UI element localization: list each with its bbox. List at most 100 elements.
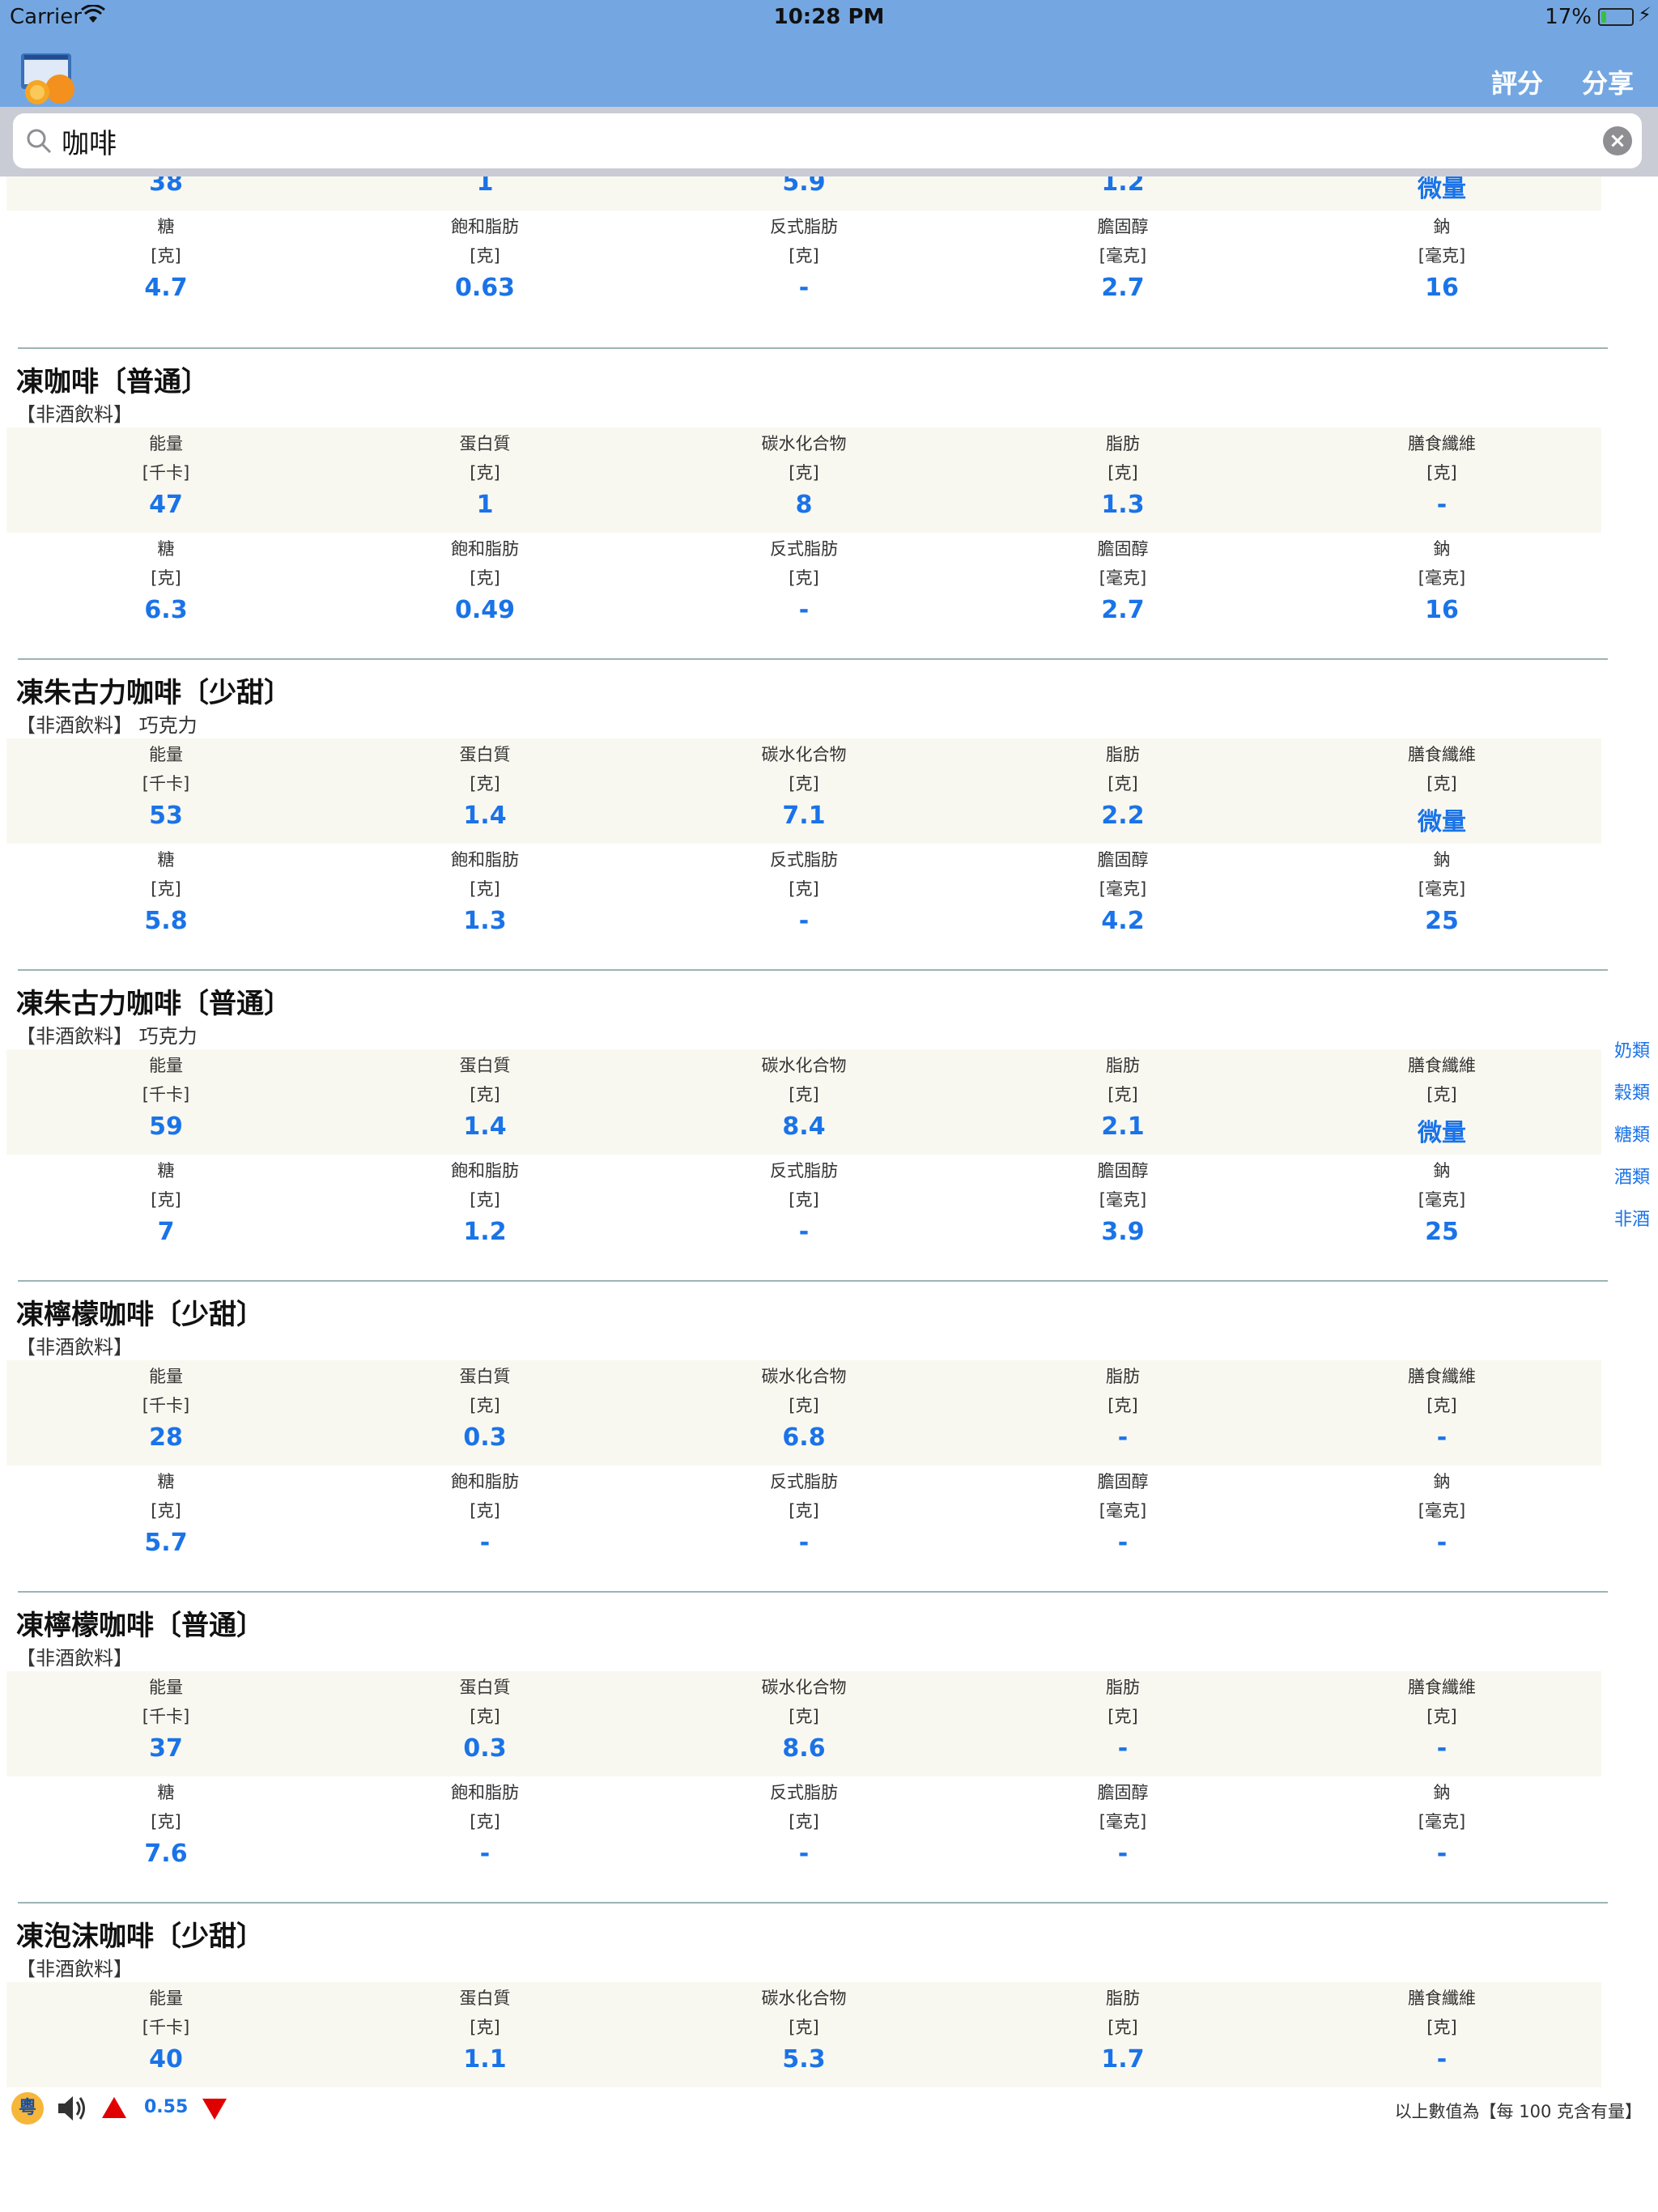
cantonese-language-button[interactable]: 粵 (11, 2092, 44, 2125)
nutrient-unit: [克] (470, 1085, 500, 1104)
nav-bar: 評分 分享 (0, 32, 1658, 107)
nutrient-cell: 38 (6, 177, 325, 211)
share-button[interactable]: 分享 (1582, 63, 1634, 100)
nutrient-label: 飽和脂肪 (451, 539, 519, 559)
nutrient-value: - (479, 1840, 491, 1868)
speed-down-icon[interactable] (202, 2099, 227, 2120)
index-item[interactable]: 酒類 (1609, 1163, 1658, 1205)
nutrient-unit: [克] (789, 2018, 819, 2037)
nutrient-value: 2.7 (1101, 596, 1145, 624)
nutrient-label: 蛋白質 (459, 1989, 511, 2008)
nutrient-cell: 蛋白質 [克] 0.3 (325, 1360, 644, 1465)
nutrient-label: 膳食纖維 (1408, 745, 1476, 764)
speed-up-icon[interactable] (102, 2097, 126, 2118)
nutrient-cell: 鈉 [毫克] - (1282, 1776, 1601, 1882)
index-item[interactable]: 穀類 (1609, 1078, 1658, 1121)
food-title[interactable]: 凍咖啡〔普通〕 (16, 359, 209, 399)
food-category: 【非酒飲料】 (16, 1647, 133, 1670)
battery-icon (1598, 8, 1634, 26)
nutrient-cell: 脂肪 [克] 2.1 (963, 1049, 1282, 1155)
food-title[interactable]: 凍朱古力咖啡〔普通〕 (16, 981, 291, 1021)
nutrient-cell: 反式脂肪 [克] - (644, 211, 963, 316)
nutrient-label: 脂肪 (1106, 434, 1140, 453)
nutrient-value: - (1117, 1529, 1129, 1557)
nutrient-value: 7.1 (782, 802, 826, 830)
food-list[interactable]: 38 1 5.9 1.2 微量糖 [克] 4.7 飽和脂肪 [克] 0.63 反式脂肪 [克] - 膽固醇… (0, 177, 1658, 2087)
nutrient-value: 2.2 (1101, 802, 1145, 830)
nutrient-cell: 膳食纖維 [克] - (1282, 1360, 1601, 1465)
index-item[interactable]: 糖類 (1609, 1121, 1658, 1163)
nutrient-cell: 膳食纖維 [克] 微量 (1282, 1049, 1601, 1155)
nutrient-value: - (798, 1218, 810, 1246)
clear-search-icon[interactable]: × (1603, 126, 1632, 155)
nutrient-label: 糖 (157, 217, 175, 236)
index-item[interactable]: 非酒 (1609, 1205, 1658, 1247)
nutrient-value: 8.4 (782, 1112, 826, 1141)
nutrient-label: 碳水化合物 (761, 434, 847, 453)
nutrient-unit: [克] (470, 463, 500, 483)
nutrient-value: 1 (476, 177, 494, 197)
nutrient-value: - (798, 274, 810, 302)
nutrient-value: - (1117, 1840, 1129, 1868)
nutrient-unit: [毫克] (1099, 246, 1147, 266)
nutrient-cell: 能量 [千卡] 28 (6, 1360, 325, 1465)
index-item[interactable]: 奶類 (1609, 1036, 1658, 1078)
nutrient-cell: 鈉 [毫克] 16 (1282, 211, 1601, 316)
nutrient-label: 反式脂肪 (770, 539, 838, 559)
nutrient-value: 1.3 (463, 907, 507, 935)
entry-divider (18, 1280, 1608, 1282)
food-title[interactable]: 凍檸檬咖啡〔少甜〕 (16, 1292, 264, 1332)
nutrient-label: 鈉 (1433, 1161, 1451, 1180)
nutrient-unit: [克] (470, 1501, 500, 1521)
nutrient-label: 膽固醇 (1097, 850, 1149, 870)
nutrient-unit: [克] (789, 1707, 819, 1726)
nutrient-value: 1.1 (463, 2045, 507, 2074)
nutrient-row: 能量 [千卡] 47 蛋白質 [克] 1 碳水化合物 [克] 8 脂肪 [克] 1.3 膳食纖維 [克] - (6, 428, 1601, 533)
nutrient-unit: [克] (1107, 1085, 1138, 1104)
nutrient-row: 能量 [千卡] 28 蛋白質 [克] 0.3 碳水化合物 [克] 6.8 脂肪 [克] - 膳食纖維 [克… (6, 1360, 1601, 1465)
food-title[interactable]: 凍檸檬咖啡〔普通〕 (16, 1603, 264, 1643)
search-input[interactable] (62, 121, 1584, 160)
nutrient-label: 鈉 (1433, 539, 1451, 559)
nutrient-value: 4.2 (1101, 907, 1145, 935)
nutrient-label: 鈉 (1433, 217, 1451, 236)
nutrient-cell: 5.9 (644, 177, 963, 211)
nutrient-unit: [克] (1426, 2018, 1457, 2037)
nutrient-value: - (1117, 1734, 1129, 1763)
nutrient-unit: [克] (470, 1812, 500, 1831)
nutrient-value: 59 (149, 1112, 183, 1141)
nutrient-unit: [千卡] (142, 774, 190, 793)
nutrient-label: 飽和脂肪 (451, 1783, 519, 1802)
nutrient-label: 飽和脂肪 (451, 1161, 519, 1180)
nutrient-unit: [克] (470, 774, 500, 793)
speaker-icon[interactable] (55, 2092, 91, 2125)
nutrient-unit: [克] (470, 2018, 500, 2037)
nutrient-unit: [克] (151, 246, 181, 266)
nutrient-value: 7 (157, 1218, 175, 1246)
nutrient-label: 蛋白質 (459, 1056, 511, 1075)
nutrient-value: 8 (795, 491, 813, 519)
nutrient-unit: [克] (1107, 2018, 1138, 2037)
nutrient-value: 5.7 (144, 1529, 188, 1557)
app-logo-icon (18, 52, 78, 105)
nutrient-unit: [克] (789, 1085, 819, 1104)
rate-button[interactable]: 評分 (1491, 63, 1543, 100)
food-title[interactable]: 凍泡沫咖啡〔少甜〕 (16, 1914, 264, 1954)
nutrient-unit: [克] (151, 879, 181, 899)
nutrient-cell: 鈉 [毫克] - (1282, 1465, 1601, 1571)
nutrient-label: 脂肪 (1106, 1367, 1140, 1386)
food-category: 【非酒飲料】 (16, 403, 133, 426)
search-box: × (13, 113, 1642, 168)
nutrient-label: 反式脂肪 (770, 1783, 838, 1802)
nutrient-value: - (798, 907, 810, 935)
nutrient-cell: 微量 (1282, 177, 1601, 211)
nutrient-label: 膳食纖維 (1408, 1367, 1476, 1386)
nutrient-unit: [克] (1426, 463, 1457, 483)
nutrient-cell: 蛋白質 [克] 1.4 (325, 738, 644, 844)
nutrient-cell: 鈉 [毫克] 25 (1282, 844, 1601, 949)
food-title[interactable]: 凍朱古力咖啡〔少甜〕 (16, 670, 291, 710)
nutrient-value: 5.8 (144, 907, 188, 935)
nutrient-unit: [毫克] (1099, 1501, 1147, 1521)
clock: 10:28 PM (773, 5, 885, 29)
nutrient-label: 膽固醇 (1097, 1161, 1149, 1180)
